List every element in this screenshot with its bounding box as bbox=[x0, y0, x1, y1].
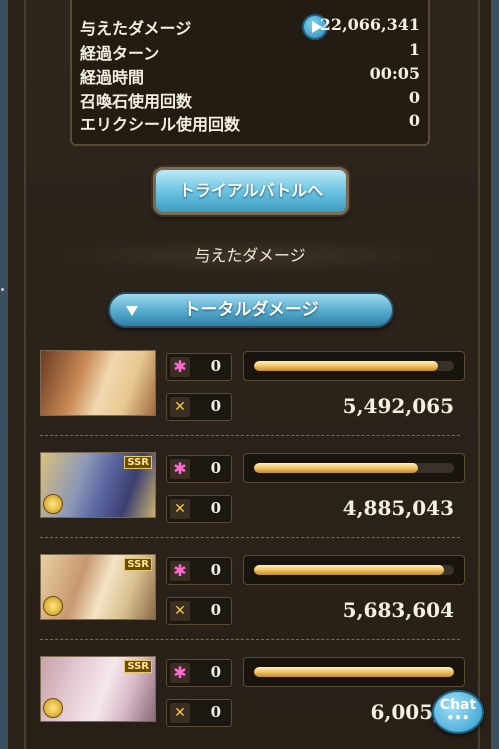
stat-turns: 経過ターン 1 bbox=[80, 40, 420, 63]
dropdown-label: トータルダメージ bbox=[183, 300, 319, 320]
right-edge bbox=[491, 0, 499, 749]
star-icon: ✱ bbox=[170, 459, 190, 479]
stat-label: エリクシール使用回数 bbox=[80, 115, 241, 134]
stat-elixir: エリクシール使用回数 0 bbox=[80, 111, 420, 134]
stat-summon: 召喚石使用回数 0 bbox=[80, 88, 420, 111]
charge-attack-icon: ✕ bbox=[170, 601, 190, 621]
row-separator bbox=[40, 537, 460, 538]
character-row: SSR ✱ 0 ✕ 0 4,885,043 bbox=[40, 452, 465, 524]
star-count: 0 bbox=[210, 663, 221, 681]
charge-attack-icon: ✕ bbox=[170, 499, 190, 519]
character-portrait[interactable]: SSR bbox=[40, 452, 156, 518]
bar-track bbox=[254, 361, 454, 371]
star-count: 0 bbox=[210, 357, 221, 375]
charge-attack-icon: ✕ bbox=[170, 703, 190, 723]
star-icon: ✱ bbox=[170, 663, 190, 683]
trial-battle-button[interactable]: トライアルバトルへ bbox=[153, 167, 349, 215]
damage-bar bbox=[243, 657, 465, 687]
charge-attack-icon: ✕ bbox=[170, 397, 190, 417]
charge-attack-count-box: ✕ 0 bbox=[166, 699, 232, 727]
damage-value: 4,885,043 bbox=[342, 496, 454, 520]
chat-dots-icon: ••• bbox=[446, 711, 470, 725]
bar-track bbox=[254, 463, 454, 473]
damage-value: 5,492,065 bbox=[342, 394, 454, 418]
section-title: 与えたダメージ bbox=[60, 240, 440, 272]
damage-bar bbox=[243, 351, 465, 381]
star-count-box: ✱ 0 bbox=[166, 659, 232, 687]
coin-icon bbox=[43, 698, 63, 718]
stat-label: 与えたダメージ bbox=[80, 19, 192, 38]
charge-attack-count-box: ✕ 0 bbox=[166, 597, 232, 625]
ssr-badge: SSR bbox=[124, 660, 152, 673]
stat-value: 1 bbox=[408, 40, 420, 59]
stat-time: 経過時間 00:05 bbox=[80, 64, 420, 87]
edge-dot bbox=[1, 288, 4, 291]
character-row: SSR ✱ 0 ✕ 0 6,005,6 bbox=[40, 656, 465, 728]
bar-fill bbox=[254, 463, 418, 473]
damage-bar bbox=[243, 555, 465, 585]
charge-attack-count: 0 bbox=[210, 703, 221, 721]
stat-value: 0 bbox=[408, 88, 420, 107]
charge-attack-count: 0 bbox=[210, 499, 221, 517]
damage-bar bbox=[243, 453, 465, 483]
character-portrait[interactable] bbox=[40, 350, 156, 416]
star-icon: ✱ bbox=[170, 357, 190, 377]
star-icon: ✱ bbox=[170, 561, 190, 581]
ssr-badge: SSR bbox=[124, 558, 152, 571]
character-portrait[interactable]: SSR bbox=[40, 656, 156, 722]
row-separator bbox=[40, 639, 460, 640]
bar-track bbox=[254, 667, 454, 677]
bar-fill bbox=[254, 667, 454, 677]
character-row: ✱ 0 ✕ 0 5,492,065 bbox=[40, 350, 465, 422]
character-row: SSR ✱ 0 ✕ 0 5,683,604 bbox=[40, 554, 465, 626]
charge-attack-count: 0 bbox=[210, 601, 221, 619]
row-separator bbox=[40, 435, 460, 436]
bar-fill bbox=[254, 361, 438, 371]
stat-label: 経過時間 bbox=[80, 68, 145, 87]
star-count: 0 bbox=[210, 561, 221, 579]
stat-label: 経過ターン bbox=[80, 44, 160, 63]
stat-value: 00:05 bbox=[369, 64, 420, 83]
ssr-badge: SSR bbox=[124, 456, 152, 469]
stat-label: 召喚石使用回数 bbox=[80, 92, 193, 111]
star-count-box: ✱ 0 bbox=[166, 557, 232, 585]
charge-attack-count-box: ✕ 0 bbox=[166, 495, 232, 523]
battle-stats-box: 与えたダメージ 22,066,341 経過ターン 1 経過時間 00:05 召喚… bbox=[70, 0, 430, 146]
charge-attack-count: 0 bbox=[210, 397, 221, 415]
star-count: 0 bbox=[210, 459, 221, 477]
charge-attack-count-box: ✕ 0 bbox=[166, 393, 232, 421]
stat-damage: 与えたダメージ 22,066,341 bbox=[80, 14, 420, 40]
total-damage-dropdown[interactable]: トータルダメージ bbox=[108, 292, 394, 328]
left-edge bbox=[0, 0, 8, 749]
damage-value: 5,683,604 bbox=[342, 598, 454, 622]
bar-track bbox=[254, 565, 454, 575]
star-count-box: ✱ 0 bbox=[166, 353, 232, 381]
stat-value: 22,066,341 bbox=[319, 15, 420, 34]
bar-fill bbox=[254, 565, 444, 575]
coin-icon bbox=[43, 596, 63, 616]
chat-button[interactable]: Chat ••• bbox=[432, 690, 484, 734]
stat-value: 0 bbox=[408, 111, 420, 130]
star-count-box: ✱ 0 bbox=[166, 455, 232, 483]
coin-icon bbox=[43, 494, 63, 514]
character-portrait[interactable]: SSR bbox=[40, 554, 156, 620]
